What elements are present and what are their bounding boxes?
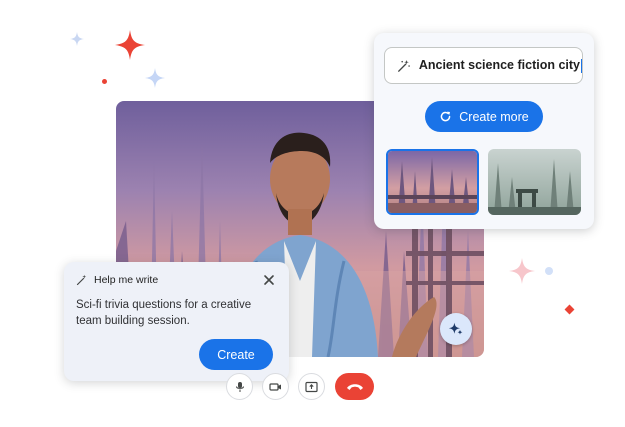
- create-button[interactable]: Create: [199, 339, 273, 370]
- sparkle-small-blue-icon: [70, 32, 84, 46]
- background-generator-panel: Ancient science fiction city Create more: [374, 33, 594, 229]
- background-thumbnail-2: [488, 149, 581, 215]
- background-thumbnail-1: [388, 151, 477, 213]
- background-option-1-selected[interactable]: [386, 149, 479, 215]
- background-option-2[interactable]: [488, 149, 581, 215]
- microphone-icon: [235, 381, 244, 392]
- camera-button[interactable]: [262, 373, 289, 400]
- create-more-label: Create more: [459, 109, 529, 124]
- sparkle-pink-icon: [509, 258, 535, 284]
- text-caret: [581, 58, 582, 73]
- help-me-write-panel: Help me write Sci-fi trivia questions fo…: [64, 262, 289, 381]
- present-screen-icon: [305, 381, 318, 392]
- close-icon[interactable]: [262, 273, 276, 287]
- decor-diamond-red: [564, 304, 575, 315]
- camera-icon: [269, 382, 281, 391]
- background-prompt-input[interactable]: Ancient science fiction city: [384, 47, 583, 84]
- microphone-button[interactable]: [226, 373, 253, 400]
- help-me-write-header: Help me write: [76, 274, 158, 286]
- magic-wand-icon: [76, 274, 87, 286]
- refresh-icon: [440, 111, 451, 122]
- create-more-button[interactable]: Create more: [425, 101, 543, 132]
- visual-effects-button[interactable]: [440, 313, 472, 345]
- decor-dot-red: [102, 79, 107, 84]
- background-prompt-value: Ancient science fiction city: [418, 58, 580, 73]
- hang-up-button[interactable]: [335, 373, 374, 400]
- help-me-write-prompt[interactable]: Sci-fi trivia questions for a creative t…: [76, 297, 276, 329]
- magic-wand-icon: [398, 59, 410, 72]
- decor-dot-blue: [545, 267, 553, 275]
- sparkle-effects-icon: [448, 322, 463, 335]
- help-me-write-title: Help me write: [94, 274, 159, 286]
- present-screen-button[interactable]: [298, 373, 325, 400]
- hang-up-icon: [346, 383, 363, 390]
- sparkle-blue-icon: [145, 68, 165, 88]
- sparkle-red-icon: [115, 30, 145, 60]
